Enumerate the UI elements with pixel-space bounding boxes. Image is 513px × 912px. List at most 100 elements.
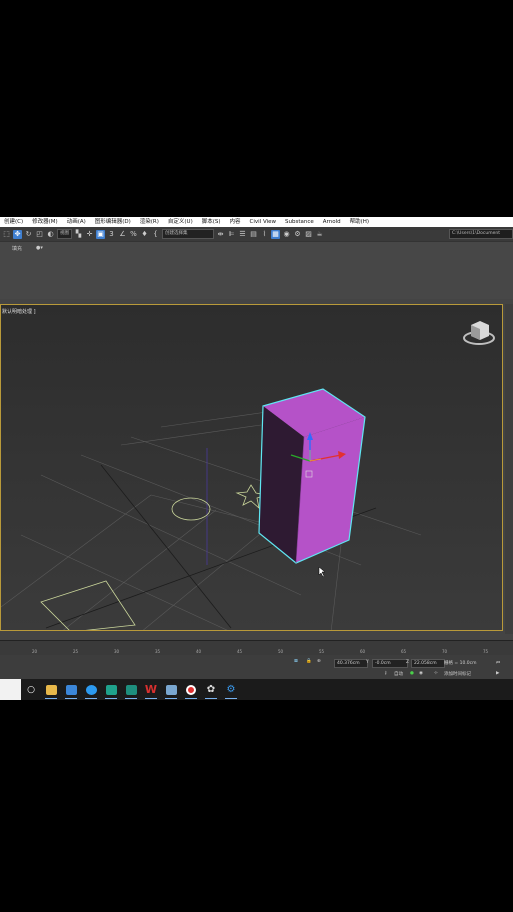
menu-content[interactable]: 内容 — [226, 217, 246, 227]
ribbon: 填充 ●▾ — [0, 241, 513, 299]
rectangle-shape — [40, 580, 136, 630]
track-bar[interactable]: 20 25 30 35 40 45 50 55 60 65 70 75 — [0, 640, 513, 656]
select-scale-icon[interactable]: ◰ — [35, 230, 44, 239]
track-tick: 40 — [196, 649, 202, 654]
menu-scripting[interactable]: 脚本(S) — [198, 217, 226, 227]
status-dot-icon: ● — [410, 671, 414, 676]
pivot-icon[interactable]: ▚ — [74, 230, 83, 239]
percent-snap-icon[interactable]: % — [129, 230, 138, 239]
z-coordinate-field[interactable]: 22.058cm — [411, 659, 445, 668]
menu-substance[interactable]: Substance — [281, 217, 319, 227]
time-config-icon[interactable]: ◉ — [419, 671, 423, 676]
taskbar-app-icon[interactable]: ⚙ — [221, 679, 241, 700]
taskbar-wps-icon[interactable]: W — [141, 679, 161, 700]
menu-civil-view[interactable]: Civil View — [246, 217, 281, 227]
y-label: Y — [366, 660, 369, 665]
mirror-icon[interactable]: ⇹ — [216, 230, 225, 239]
align-icon[interactable]: ⊫ — [227, 230, 236, 239]
track-tick: 30 — [114, 649, 120, 654]
select-move-icon[interactable]: ✥ — [13, 229, 22, 239]
menu-bar: 创建(C) 修改器(M) 动画(A) 图形编辑器(D) 渲染(R) 自定义(U)… — [0, 217, 513, 227]
tool-icon — [165, 684, 177, 695]
material-editor-icon[interactable]: ◉ — [282, 230, 291, 239]
windows-taskbar: ○ W ✿ ⚙ — [0, 679, 513, 700]
status-bar: ⊠ 🔒 ⊕ 40.376cm Y -0.0cm Z 22.058cm 栅格 = … — [0, 655, 513, 682]
track-tick: 45 — [237, 649, 243, 654]
project-path-field[interactable]: C:\Users\1\Document — [449, 229, 513, 239]
track-tick: 75 — [483, 649, 489, 654]
edit-named-selection-icon[interactable]: { — [151, 230, 160, 239]
add-time-tag-icon[interactable]: ⊹ — [434, 671, 438, 676]
isolate-selection-icon[interactable]: ⊠ — [294, 659, 298, 664]
schematic-view-icon[interactable]: ▦ — [271, 229, 280, 239]
auto-key-label[interactable]: 自动 — [394, 671, 403, 677]
circle-shape — [171, 497, 211, 521]
recorder-icon — [186, 684, 196, 695]
mail-icon — [65, 684, 77, 695]
viewport-scene — [1, 321, 495, 630]
select-manipulate-icon[interactable]: ✛ — [85, 230, 94, 239]
rendered-frame-icon[interactable]: ▨ — [304, 230, 313, 239]
menu-help[interactable]: 帮助(H) — [346, 217, 374, 227]
taskbar-3dsmax-icon[interactable] — [101, 679, 121, 700]
track-tick: 35 — [155, 649, 161, 654]
goto-start-icon[interactable]: ⏮ — [496, 660, 500, 666]
curve-editor-icon[interactable]: ⌇ — [260, 230, 269, 239]
track-tick: 60 — [360, 649, 366, 654]
placement-icon[interactable]: ◐ — [46, 230, 55, 239]
track-tick: 55 — [319, 649, 325, 654]
scene-explorer-icon[interactable]: ▤ — [249, 230, 258, 239]
main-toolbar: ⬚ ✥ ↻ ◰ ◐ 视图 ▚ ✛ ▣ 3 ∠ % ♦ { 创建选择集 ⇹ ⊫ ☰… — [0, 227, 513, 241]
browser-icon — [85, 684, 97, 695]
x-coordinate-field[interactable]: 40.376cm — [334, 659, 368, 668]
select-rotate-icon[interactable]: ↻ — [24, 230, 33, 239]
ribbon-options-icon[interactable]: ●▾ — [36, 245, 43, 251]
named-selection-dropdown[interactable]: 创建选择集 — [162, 229, 214, 239]
3dsmax-icon — [125, 684, 137, 695]
track-tick: 50 — [278, 649, 284, 654]
lock-selection-icon[interactable]: 🔒 — [306, 659, 312, 664]
taskbar-3dsmax-active-icon[interactable] — [121, 679, 141, 700]
ribbon-tab-populate[interactable]: 填充 — [12, 245, 22, 252]
start-button[interactable] — [0, 679, 21, 700]
taskbar-tool-icon[interactable] — [161, 679, 181, 700]
3dsmax-window: 创建(C) 修改器(M) 动画(A) 图形编辑器(D) 渲染(R) 自定义(U)… — [0, 217, 513, 700]
file-explorer-icon — [45, 684, 57, 695]
menu-customize[interactable]: 自定义(U) — [164, 217, 198, 227]
menu-create[interactable]: 创建(C) — [0, 217, 28, 227]
render-production-icon[interactable]: ☕ — [315, 230, 324, 239]
taskbar-mail-icon[interactable] — [61, 679, 81, 700]
play-icon[interactable]: ▶ — [496, 671, 499, 676]
layer-manager-icon[interactable]: ☰ — [238, 230, 247, 239]
select-region-icon[interactable]: ⬚ — [2, 230, 11, 239]
taskbar-browser-icon[interactable] — [81, 679, 101, 700]
taskbar-file-explorer-icon[interactable] — [41, 679, 61, 700]
taskbar-search-icon[interactable]: ○ — [21, 679, 41, 700]
keyboard-shortcut-icon[interactable]: ▣ — [96, 229, 105, 239]
menu-modifiers[interactable]: 修改器(M) — [28, 217, 63, 227]
3dsmax-green-icon — [105, 684, 117, 695]
perspective-viewport[interactable]: 默认明暗处理 ] — [0, 304, 503, 631]
spinner-snap-icon[interactable]: ♦ — [140, 230, 149, 239]
viewcube-icon[interactable] — [463, 321, 495, 345]
taskbar-recorder-icon[interactable] — [181, 679, 201, 700]
add-time-tag-label[interactable]: 添加时间标记 — [444, 671, 471, 677]
render-setup-icon[interactable]: ⚙ — [293, 230, 302, 239]
reference-coordinate-dropdown[interactable]: 视图 — [57, 229, 72, 239]
absolute-mode-icon[interactable]: ⊕ — [317, 659, 321, 664]
angle-snap-icon[interactable]: ∠ — [118, 230, 127, 239]
y-coordinate-field[interactable]: -0.0cm — [372, 659, 408, 668]
menu-animation[interactable]: 动画(A) — [63, 217, 91, 227]
key-icon[interactable]: ⚷ — [384, 671, 387, 676]
menu-graph-editors[interactable]: 图形编辑器(D) — [91, 217, 136, 227]
command-panel — [505, 304, 513, 634]
mouse-cursor-icon — [318, 566, 326, 578]
track-tick: 25 — [73, 649, 79, 654]
z-label: Z — [406, 660, 410, 665]
track-tick: 65 — [401, 649, 407, 654]
menu-rendering[interactable]: 渲染(R) — [136, 217, 164, 227]
grid-size-text: 栅格 = 10.0cm — [444, 661, 477, 666]
taskbar-settings-icon[interactable]: ✿ — [201, 679, 221, 700]
snap-3d-icon[interactable]: 3 — [107, 230, 116, 239]
menu-arnold[interactable]: Arnold — [319, 217, 346, 227]
